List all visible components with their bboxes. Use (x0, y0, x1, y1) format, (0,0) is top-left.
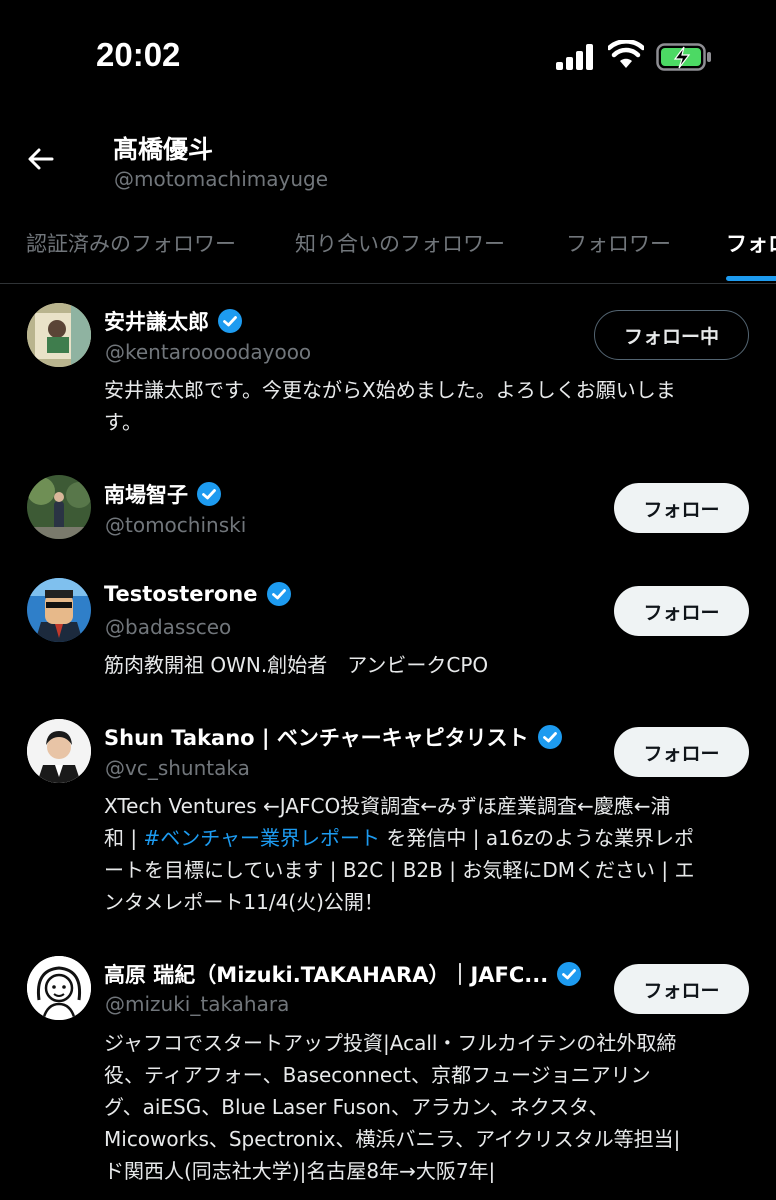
tab-followers[interactable]: フォロワー (566, 228, 671, 258)
avatar[interactable] (27, 578, 91, 642)
wifi-icon (608, 40, 644, 68)
tab-verified-followers[interactable]: 認証済みのフォロワー (26, 228, 236, 258)
user-handle: @badassceo (105, 615, 232, 639)
follow-button[interactable]: フォロー (614, 586, 749, 636)
user-display-name: 高原 瑞紀（Mizuki.TAKAHARA）｜JAFC... (104, 959, 582, 989)
bio-line: 安井謙太郎です。今更ながらX始めました。よろしくお願いしま (104, 378, 676, 402)
avatar-image (27, 578, 91, 642)
avatar[interactable] (27, 719, 91, 783)
bio-line: ンタメレポート11/4(火)公開！ (104, 890, 384, 914)
user-name-text: 安井謙太郎 (104, 310, 209, 334)
avatar-image (27, 956, 91, 1020)
verified-badge-icon (197, 482, 221, 506)
active-tab-indicator (726, 276, 776, 281)
profile-name: 髙橋優斗 (113, 135, 214, 164)
bio-line: XTech Ventures ←JAFCO投資調査←みずほ産業調査←慶應←浦 (104, 794, 671, 818)
user-display-name: 安井謙太郎 (104, 306, 243, 336)
bio-line: 和 | #ベンチャー業界レポート を発信中 | a16zのような業界レポ (104, 822, 754, 854)
avatar[interactable] (27, 475, 91, 539)
follow-button[interactable]: フォロー (614, 964, 749, 1014)
user-bio: 安井謙太郎です。今更ながらX始めました。よろしくお願いしま す。 (104, 374, 754, 438)
followers-screen: 20:02 髙橋優斗 @motomachimayuge 認証済みのフォロワー 知… (0, 0, 776, 1200)
avatar-image (27, 475, 91, 539)
following-button[interactable]: フォロー中 (594, 310, 749, 360)
user-name-text: Shun Takano | ベンチャーキャピタリスト (104, 726, 529, 750)
back-arrow-icon[interactable] (26, 144, 56, 174)
avatar[interactable] (27, 956, 91, 1020)
user-name-text: Testosterone (104, 582, 258, 606)
bio-text: 和 | (104, 826, 144, 850)
battery-charging-icon (656, 43, 711, 71)
follow-button[interactable]: フォロー (614, 727, 749, 777)
bio-text: を発信中 | a16zのような業界レポ (380, 826, 695, 850)
user-display-name: Testosterone (104, 581, 292, 607)
avatar-image (27, 303, 91, 367)
user-bio: ジャフコでスタートアップ投資|Acall・フルカイテンの社外取締 役、ティアフォ… (104, 1027, 754, 1187)
verified-badge-icon (557, 962, 582, 986)
bio-line: 役、ティアフォー、Baseconnect、京都フュージョニアリン (104, 1063, 651, 1087)
status-time: 20:02 (96, 36, 181, 73)
avatar-image (27, 719, 91, 783)
tab-followers-you-know[interactable]: 知り合いのフォロワー (295, 228, 505, 258)
status-bar: 20:02 (0, 0, 776, 110)
hashtag-link[interactable]: #ベンチャー業界レポート (143, 826, 380, 850)
profile-handle: @motomachimayuge (114, 167, 329, 191)
user-name-text: 南場智子 (104, 483, 188, 507)
user-bio: 筋肉教開祖 OWN.創始者 アンビークCPO (104, 649, 754, 681)
bio-line: ジャフコでスタートアップ投資|Acall・フルカイテンの社外取締 (104, 1031, 677, 1055)
follow-button[interactable]: フォロー (614, 483, 749, 533)
bio-line: ートを目標にしています | B2C | B2B | お気軽にDMください | エ (104, 858, 695, 882)
bio-line: Micoworks、Spectronix、横浜バニラ、アイクリスタル等担当| (104, 1127, 681, 1151)
verified-badge-icon (266, 582, 291, 606)
user-handle: @mizuki_takahara (105, 992, 290, 1016)
follower-tabs: 認証済みのフォロワー 知り合いのフォロワー フォロワー フォロー (0, 212, 776, 284)
user-bio: XTech Ventures ←JAFCO投資調査←みずほ産業調査←慶應←浦 和… (104, 790, 754, 918)
bio-line: 筋肉教開祖 OWN.創始者 アンビークCPO (104, 653, 489, 677)
avatar[interactable] (27, 303, 91, 367)
verified-badge-icon (537, 725, 562, 749)
cellular-signal-icon (556, 44, 596, 70)
user-handle: @vc_shuntaka (105, 756, 250, 780)
user-handle: @tomochinski (105, 513, 247, 537)
user-display-name: Shun Takano | ベンチャーキャピタリスト (104, 722, 563, 752)
tab-following[interactable]: フォロー (726, 228, 776, 258)
verified-badge-icon (218, 309, 242, 333)
bio-line: グ、aiESG、Blue Laser Fuson、アラカン、ネクスタ、 (104, 1095, 609, 1119)
bio-line: す。 (104, 410, 142, 434)
user-display-name: 南場智子 (104, 479, 222, 509)
user-name-text: 高原 瑞紀（Mizuki.TAKAHARA）｜JAFC... (104, 963, 549, 987)
bio-line: ド関西人(同志社大学)|名古屋8年→大阪7年| (104, 1159, 496, 1183)
user-handle: @kentaroooodayooo (105, 340, 312, 364)
